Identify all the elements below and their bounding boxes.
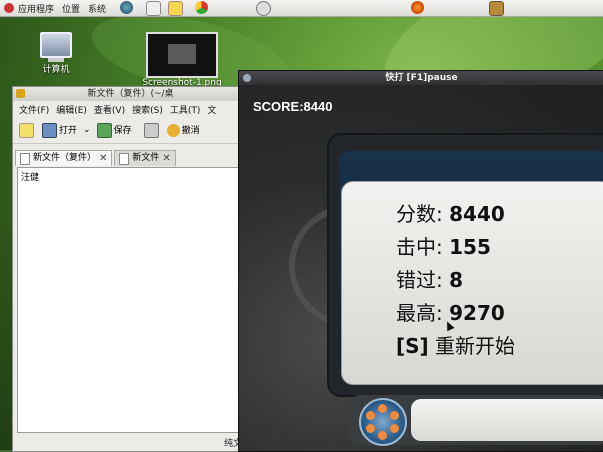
- stat-hits: 击中: 155: [396, 231, 515, 264]
- power-icon[interactable]: [256, 1, 271, 16]
- tab-file-copy[interactable]: 新文件（复件） ✕: [15, 150, 113, 166]
- restart-key: [S]: [396, 334, 429, 358]
- save-label: 保存: [113, 125, 132, 136]
- panel-menu: 应用程序 位置 系统: [0, 2, 110, 15]
- undo-icon: [166, 124, 180, 137]
- menu-system[interactable]: 系统: [84, 2, 110, 15]
- text-editor-window: 新文件（复件）(~/桌 文件(F) 编辑(E) 查看(V) 搜索(S) 工具(T…: [12, 86, 249, 452]
- undo-label: 撤消: [181, 126, 200, 136]
- stat-score-label: 分数:: [396, 202, 443, 226]
- chevron-down-icon[interactable]: ⌄: [83, 125, 91, 135]
- tab-label: 新文件: [132, 153, 160, 163]
- globe-icon[interactable]: [120, 1, 133, 14]
- stat-best-label: 最高:: [396, 301, 443, 325]
- app-menu-icon[interactable]: [4, 3, 14, 13]
- close-icon[interactable]: ✕: [99, 151, 107, 166]
- open-button[interactable]: 打开: [42, 122, 78, 138]
- undo-button[interactable]: 撤消: [166, 123, 200, 137]
- open-label: 打开: [59, 125, 78, 136]
- stat-hits-label: 击中:: [396, 235, 443, 259]
- menu-search[interactable]: 搜索(S): [132, 103, 163, 116]
- menu-places[interactable]: 位置: [58, 2, 84, 15]
- new-file-icon[interactable]: [19, 122, 34, 138]
- menu-applications[interactable]: 应用程序: [14, 2, 58, 15]
- editor-title: 新文件（复件）(~/桌: [87, 89, 174, 99]
- editor-menubar: 文件(F) 编辑(E) 查看(V) 搜索(S) 工具(T) 文: [13, 101, 248, 117]
- desktop-icon-computer[interactable]: 计算机: [34, 32, 78, 75]
- menu-tools[interactable]: 工具(T): [170, 103, 201, 116]
- editor-text-area[interactable]: 汪健: [17, 167, 240, 433]
- save-button[interactable]: 保存: [96, 122, 132, 138]
- game-window: 快打 [F1]pause SCORE:8440 分数: 8440 击中: 155…: [238, 70, 603, 452]
- stat-score-value: 8440: [449, 202, 505, 226]
- editor-app-icon: [16, 89, 25, 98]
- game-title: 快打 [F1]pause: [385, 73, 458, 83]
- stat-miss-value: 8: [449, 268, 464, 292]
- editor-toolbar: 打开 ⌄ 保存 撤消: [13, 117, 248, 144]
- firefox-icon[interactable]: [411, 1, 424, 14]
- computer-icon: [40, 32, 72, 58]
- stats-list: 分数: 8440 击中: 155 错过: 8 最高: 9270 [S] 重新开始: [396, 198, 515, 363]
- results-panel: 分数: 8440 击中: 155 错过: 8 最高: 9270 [S] 重新开始: [341, 181, 603, 385]
- image-icon: [146, 32, 218, 78]
- stat-miss: 错过: 8: [396, 264, 515, 297]
- menu-view[interactable]: 查看(V): [94, 103, 125, 116]
- tab-label: 新文件（复件）: [33, 153, 97, 163]
- restart-label: 重新开始: [428, 334, 516, 358]
- menu-documents[interactable]: 文: [207, 103, 216, 116]
- document-icon: [119, 152, 130, 165]
- folder-icon: [42, 122, 57, 138]
- editor-titlebar[interactable]: 新文件（复件）(~/桌: [13, 87, 248, 101]
- stat-best-value: 9270: [449, 301, 505, 325]
- save-icon: [96, 122, 112, 138]
- stat-miss-label: 错过:: [396, 268, 443, 292]
- menu-edit[interactable]: 编辑(E): [56, 103, 87, 116]
- home-icon[interactable]: [146, 1, 161, 16]
- tab-new-file[interactable]: 新文件 ✕: [114, 150, 176, 166]
- stat-score: 分数: 8440: [396, 198, 515, 231]
- top-panel: 应用程序 位置 系统: [0, 0, 603, 17]
- editor-statusbar: 纯文: [13, 437, 248, 451]
- editor-tabs: 新文件（复件） ✕ 新文件 ✕: [13, 148, 248, 166]
- stat-hits-value: 155: [449, 235, 491, 259]
- game-titlebar[interactable]: 快打 [F1]pause: [239, 71, 603, 85]
- game-canvas[interactable]: SCORE:8440 分数: 8440 击中: 155 错过: 8 最高: 92…: [239, 85, 603, 451]
- score-readout: SCORE:8440: [253, 99, 333, 114]
- game-app-icon: [243, 74, 251, 82]
- document-icon: [20, 152, 30, 165]
- restart-prompt[interactable]: [S] 重新开始: [396, 330, 515, 363]
- typing-input[interactable]: [411, 399, 603, 441]
- print-icon[interactable]: [143, 122, 159, 138]
- package-icon[interactable]: [489, 1, 504, 16]
- menu-file[interactable]: 文件(F): [19, 103, 49, 116]
- editor-content: 汪健: [21, 173, 40, 183]
- revolver-cylinder-icon: [359, 398, 407, 446]
- close-icon[interactable]: ✕: [162, 151, 170, 166]
- desktop-icon-screenshot[interactable]: Screenshot-1.png: [142, 32, 222, 88]
- chrome-icon[interactable]: [195, 1, 208, 14]
- notes-icon[interactable]: [168, 1, 183, 16]
- desktop-icon-label: 计算机: [42, 65, 70, 75]
- stat-best: 最高: 9270: [396, 297, 515, 330]
